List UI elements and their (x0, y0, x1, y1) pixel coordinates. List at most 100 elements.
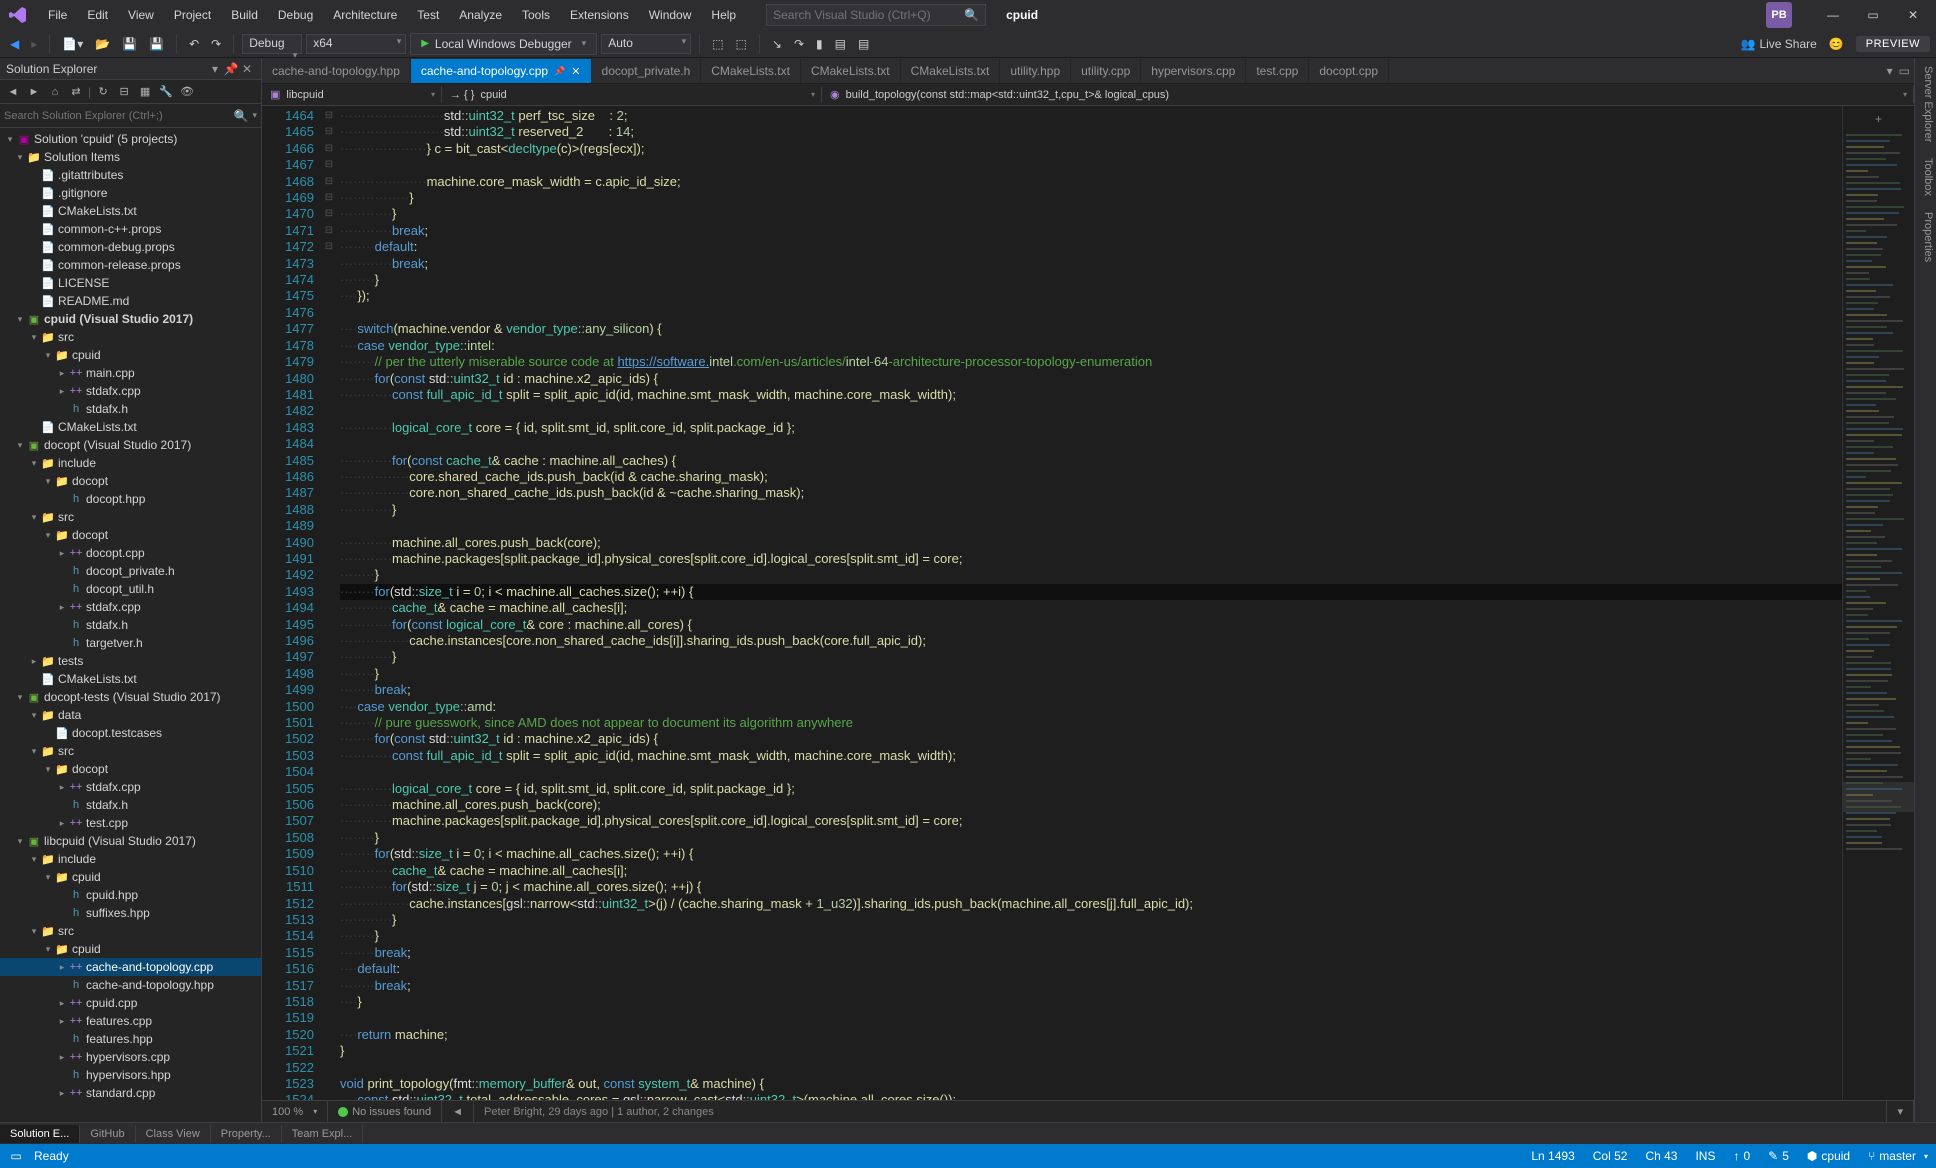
menu-window[interactable]: Window (639, 4, 702, 26)
tree-item[interactable]: ▾📁docopt (0, 760, 261, 778)
editor-tab[interactable]: utility.cpp (1071, 59, 1141, 83)
nav-class-select[interactable]: → { }cpuid (442, 87, 822, 103)
toolbar-icon-3[interactable]: ▤ (831, 35, 850, 53)
tree-item[interactable]: ▾📁src (0, 922, 261, 940)
tree-item[interactable]: hdocopt.hpp (0, 490, 261, 508)
menu-view[interactable]: View (118, 4, 164, 26)
code-editor[interactable]: 1464146514661467146814691470147114721473… (262, 106, 1914, 1100)
solution-tree[interactable]: ▾▣Solution 'cpuid' (5 projects)▾📁Solutio… (0, 128, 261, 1122)
tree-item[interactable]: ▸++stdafx.cpp (0, 778, 261, 796)
tree-item[interactable]: ▸++cpuid.cpp (0, 994, 261, 1012)
se-preview-icon[interactable]: 👁 (178, 83, 196, 101)
tree-item[interactable]: ▸++hypervisors.cpp (0, 1048, 261, 1066)
tree-item[interactable]: ▾📁data (0, 706, 261, 724)
se-home-icon[interactable]: ⌂ (46, 83, 64, 101)
menu-debug[interactable]: Debug (268, 4, 323, 26)
nav-prev-issue[interactable]: ◄ (442, 1101, 474, 1122)
tree-item[interactable]: 📄docopt.testcases (0, 724, 261, 742)
feedback-icon[interactable]: 😊 (1825, 35, 1848, 53)
bottom-tab[interactable]: Class View (136, 1125, 211, 1143)
status-ins[interactable]: INS (1695, 1149, 1715, 1163)
tree-item[interactable]: 📄CMakeLists.txt (0, 202, 261, 220)
editor-tab[interactable]: cache-and-topology.hpp (262, 59, 411, 83)
tree-item[interactable]: 📄CMakeLists.txt (0, 670, 261, 688)
scroll-down-icon[interactable]: ▾ (1887, 1101, 1914, 1122)
open-file-button[interactable]: 📂 (91, 35, 114, 53)
bottom-tab[interactable]: Property... (211, 1125, 282, 1143)
editor-tab[interactable]: CMakeLists.txt (801, 59, 901, 83)
new-project-button[interactable]: 📄▾ (58, 35, 87, 53)
editor-tab[interactable]: docopt.cpp (1309, 59, 1389, 83)
start-debug-button[interactable]: ▶ Local Windows Debugger ▾ (410, 33, 597, 55)
tree-item[interactable]: ▾📁docopt (0, 526, 261, 544)
se-refresh-icon[interactable]: ↻ (94, 83, 112, 101)
panel-pin-icon[interactable]: 📌 (223, 62, 239, 76)
editor-tab[interactable]: CMakeLists.txt (701, 59, 801, 83)
search-drop-icon[interactable]: ▾ (252, 110, 257, 121)
tree-item[interactable]: htargetver.h (0, 634, 261, 652)
redo-button[interactable]: ↷ (207, 35, 225, 53)
tree-item[interactable]: 📄CMakeLists.txt (0, 418, 261, 436)
undo-button[interactable]: ↶ (185, 35, 203, 53)
tree-item[interactable]: ▸++stdafx.cpp (0, 382, 261, 400)
editor-tab[interactable]: CMakeLists.txt (901, 59, 1001, 83)
issues-indicator[interactable]: No issues found (328, 1101, 442, 1122)
tab-close-icon[interactable]: ▭ (1899, 64, 1910, 78)
zoom-select[interactable]: 100 %▾ (262, 1101, 328, 1122)
tree-item[interactable]: hhypervisors.hpp (0, 1066, 261, 1084)
tree-item[interactable]: ▾📁cpuid (0, 868, 261, 886)
solution-search[interactable]: 🔍 ▾ (0, 104, 261, 128)
fold-gutter[interactable]: ⊟ ⊟ ⊟ ⊟ ⊟ ⊟ ⊟ ⊟ ⊟ (322, 106, 336, 1100)
close-tab-icon[interactable]: ✕ (571, 65, 580, 78)
status-col[interactable]: Col 52 (1593, 1149, 1628, 1163)
tree-item[interactable]: 📄.gitattributes (0, 166, 261, 184)
tree-item[interactable]: hsuffixes.hpp (0, 904, 261, 922)
menu-extensions[interactable]: Extensions (560, 4, 639, 26)
server-explorer-tab[interactable]: Server Explorer (1917, 66, 1934, 142)
menu-architecture[interactable]: Architecture (323, 4, 407, 26)
minimize-button[interactable]: — (1816, 2, 1850, 28)
solution-search-input[interactable] (4, 110, 234, 122)
split-editor-icon[interactable]: + (1846, 112, 1911, 126)
tree-item[interactable]: ▾📁src (0, 328, 261, 346)
menu-test[interactable]: Test (407, 4, 449, 26)
status-changes[interactable]: ✎5 (1768, 1149, 1789, 1163)
toolbar-icon-2[interactable]: ⬚ (732, 35, 751, 53)
editor-tab[interactable]: utility.hpp (1000, 59, 1071, 83)
tree-item[interactable]: ▸++stdafx.cpp (0, 598, 261, 616)
nav-member-select[interactable]: ◉ build_topology(const std::map<std::uin… (822, 86, 1914, 103)
editor-tab[interactable]: cache-and-topology.cpp📌✕ (411, 59, 592, 83)
tree-item[interactable]: hdocopt_private.h (0, 562, 261, 580)
config-select[interactable]: Debug (242, 34, 302, 54)
tree-item[interactable]: ▸++cache-and-topology.cpp (0, 958, 261, 976)
tree-item[interactable]: 📄LICENSE (0, 274, 261, 292)
status-ch[interactable]: Ch 43 (1645, 1149, 1677, 1163)
tree-item[interactable]: ▸++features.cpp (0, 1012, 261, 1030)
menu-build[interactable]: Build (221, 4, 268, 26)
tree-item[interactable]: hdocopt_util.h (0, 580, 261, 598)
tree-item[interactable]: 📄common-c++.props (0, 220, 261, 238)
code-body[interactable]: ························std::uint32_t pe… (336, 106, 1842, 1100)
tree-item[interactable]: hcache-and-topology.hpp (0, 976, 261, 994)
tree-item[interactable]: ▸++main.cpp (0, 364, 261, 382)
panel-close-icon[interactable]: ✕ (239, 62, 255, 76)
tree-item[interactable]: ▸📁tests (0, 652, 261, 670)
save-all-button[interactable]: 💾 (145, 35, 168, 53)
global-search-input[interactable] (773, 8, 964, 22)
se-properties-icon[interactable]: 🔧 (157, 83, 175, 101)
editor-tab[interactable]: test.cpp (1246, 59, 1309, 83)
bottom-tab[interactable]: Team Expl... (282, 1125, 364, 1143)
bottom-tab[interactable]: GitHub (80, 1125, 135, 1143)
toolbar-icon-1[interactable]: ⬚ (708, 35, 727, 53)
tree-item[interactable]: ▾📁src (0, 742, 261, 760)
nav-scope-select[interactable]: ▣ libcpuid (262, 86, 442, 103)
tree-item[interactable]: ▾▣docopt (Visual Studio 2017) (0, 436, 261, 454)
tree-item[interactable]: hstdafx.h (0, 796, 261, 814)
menu-tools[interactable]: Tools (512, 4, 560, 26)
tree-item[interactable]: ▾▣cpuid (Visual Studio 2017) (0, 310, 261, 328)
properties-tab[interactable]: Properties (1917, 212, 1934, 262)
se-showall-icon[interactable]: ▦ (136, 83, 154, 101)
maximize-button[interactable]: ▭ (1856, 2, 1890, 28)
global-search[interactable]: 🔍 (766, 4, 986, 26)
user-badge[interactable]: PB (1766, 2, 1792, 28)
